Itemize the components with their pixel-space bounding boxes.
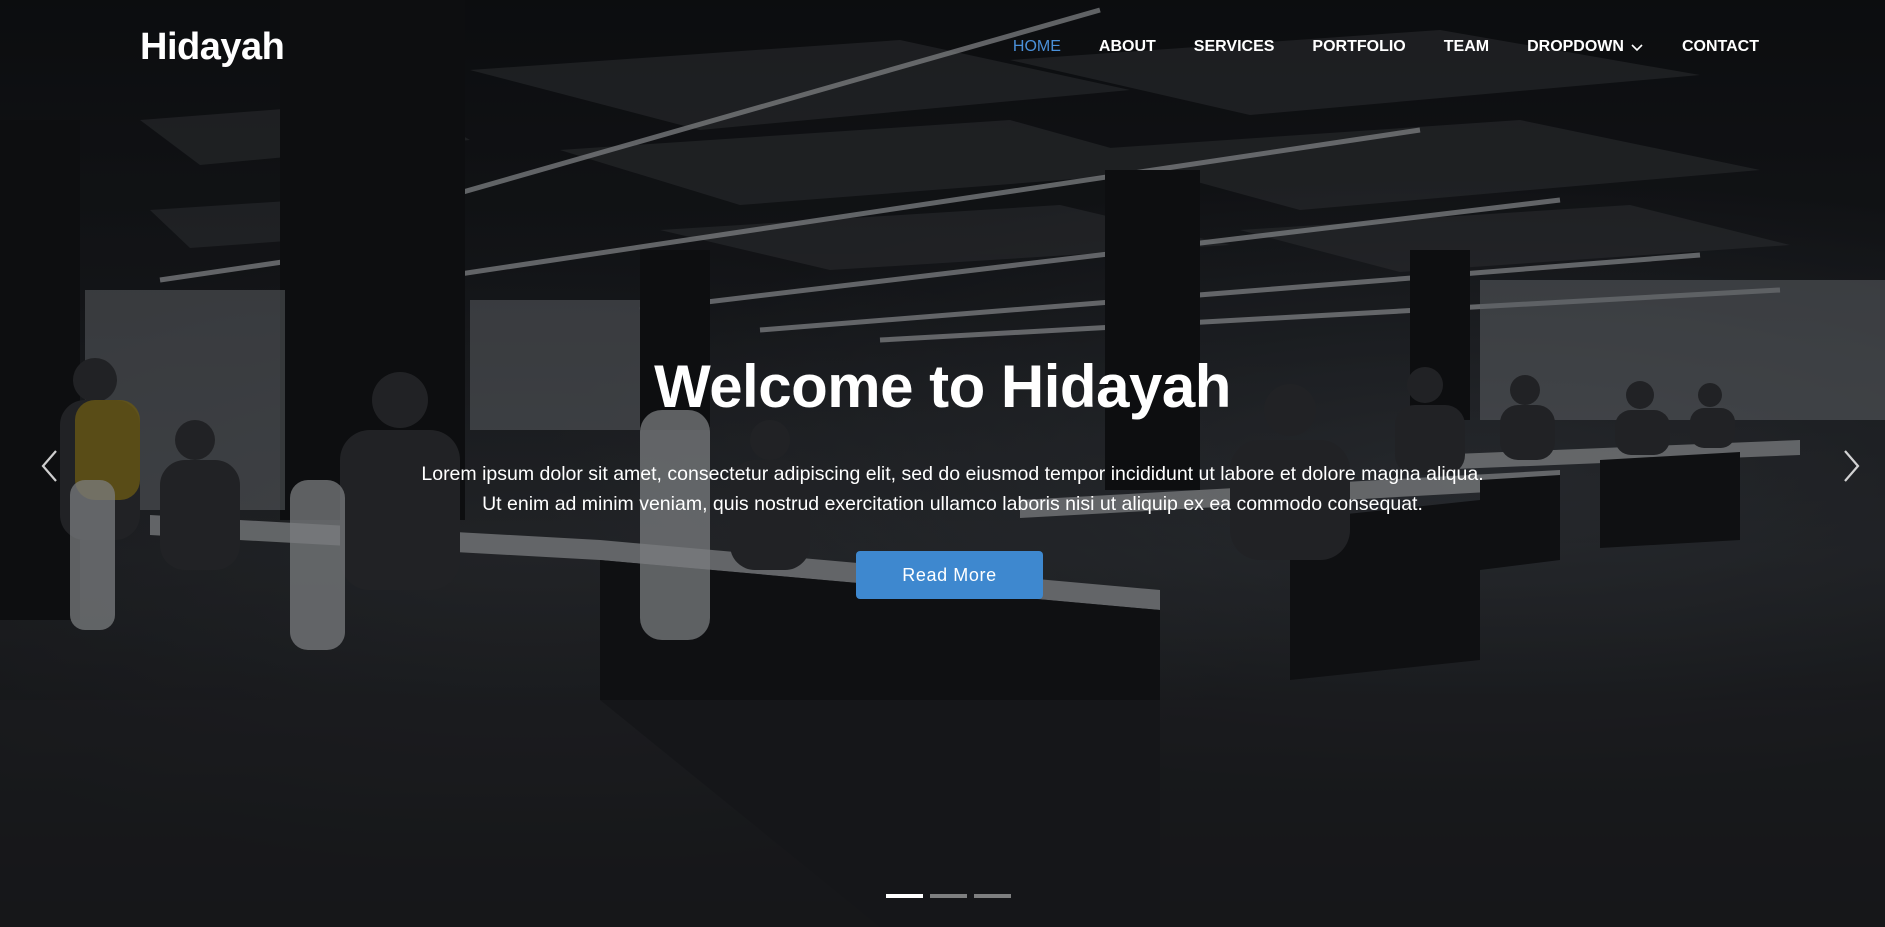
nav-services-label: SERVICES bbox=[1193, 38, 1275, 55]
nav-home[interactable]: HOME bbox=[1013, 38, 1061, 56]
nav-portfolio-label: PORTFOLIO bbox=[1312, 38, 1406, 55]
nav-dropdown-label: DROPDOWN bbox=[1527, 38, 1624, 55]
nav-contact-label: CONTACT bbox=[1681, 38, 1759, 55]
nav-contact[interactable]: CONTACT bbox=[1682, 38, 1759, 56]
hero-description: Lorem ipsum dolor sit amet, consectetur … bbox=[421, 463, 1484, 515]
nav-dropdown[interactable]: DROPDOWN bbox=[1527, 38, 1644, 56]
hero-title: Welcome to Hidayah bbox=[654, 353, 1231, 420]
nav-portfolio[interactable]: PORTFOLIO bbox=[1312, 38, 1405, 56]
chevron-right-icon bbox=[1844, 450, 1860, 482]
nav-about[interactable]: ABOUT bbox=[1099, 38, 1156, 56]
main-navigation: HOME ABOUT SERVICES PORTFOLIO TEAM DROPD… bbox=[975, 38, 1759, 56]
nav-team[interactable]: TEAM bbox=[1444, 38, 1489, 56]
carousel-indicator-2[interactable] bbox=[930, 894, 967, 898]
hero-section: Hidayah HOME ABOUT SERVICES PORTFOLIO TE… bbox=[0, 0, 1885, 927]
carousel-indicator-1[interactable] bbox=[886, 894, 923, 898]
read-more-button[interactable]: Read More bbox=[856, 551, 1043, 599]
chevron-left-icon bbox=[41, 450, 57, 482]
nav-about-label: ABOUT bbox=[1098, 38, 1156, 55]
nav-home-label: HOME bbox=[1012, 38, 1061, 55]
chevron-down-icon bbox=[1631, 44, 1643, 52]
carousel-next-button[interactable] bbox=[1839, 448, 1863, 484]
carousel-prev-button[interactable] bbox=[38, 448, 62, 484]
site-logo[interactable]: Hidayah bbox=[140, 26, 285, 69]
carousel-indicator-3[interactable] bbox=[974, 894, 1011, 898]
nav-services[interactable]: SERVICES bbox=[1194, 38, 1275, 56]
carousel-indicators bbox=[886, 894, 1011, 898]
nav-team-label: TEAM bbox=[1443, 38, 1490, 55]
